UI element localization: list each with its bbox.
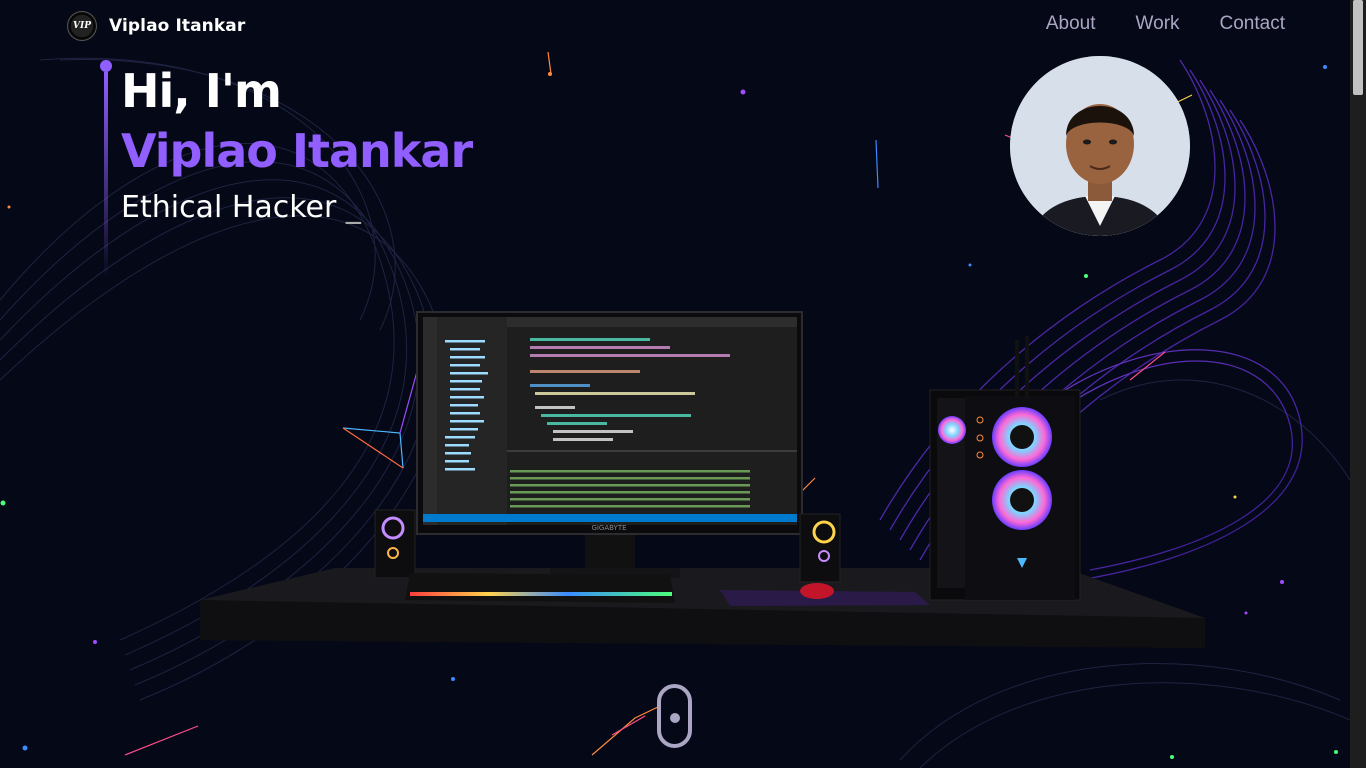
- keyboard: [405, 573, 675, 603]
- hero-role: Ethical Hacker _: [121, 190, 361, 225]
- desk-setup-3d-model[interactable]: GIGABYTE: [195, 300, 1215, 660]
- page-scrollbar[interactable]: [1350, 0, 1366, 768]
- nav-link-about[interactable]: About: [1046, 13, 1096, 35]
- left-speaker: [374, 509, 416, 579]
- nav-links: About Work Contact: [1046, 13, 1285, 35]
- hero-accent-bar: [100, 60, 112, 280]
- hero-accent-dot: [100, 60, 112, 72]
- profile-photo: [1010, 56, 1190, 236]
- scrollbar-thumb[interactable]: [1353, 0, 1363, 95]
- scroll-down-indicator[interactable]: [657, 684, 692, 748]
- navbar: VIP Viplao Itankar About Work Contact: [0, 0, 1350, 52]
- profile-avatar: [1010, 56, 1190, 236]
- brand-name: Viplao Itankar: [109, 16, 246, 36]
- scroll-dot: [670, 713, 680, 723]
- hero-role-text: Ethical Hacker: [121, 190, 337, 225]
- mouse: [800, 583, 834, 599]
- nav-link-work[interactable]: Work: [1136, 13, 1180, 35]
- monitor-brand: GIGABYTE: [591, 524, 626, 532]
- typing-cursor: _: [345, 190, 361, 225]
- nav-link-contact[interactable]: Contact: [1220, 13, 1285, 35]
- logo-icon: VIP: [67, 11, 97, 41]
- hero-greeting: Hi, I'm: [121, 64, 282, 118]
- hero-accent-line: [104, 72, 108, 280]
- hero-name: Viplao Itankar: [121, 124, 473, 178]
- brand-link[interactable]: VIP Viplao Itankar: [67, 11, 245, 41]
- monitor-stand: [585, 532, 635, 572]
